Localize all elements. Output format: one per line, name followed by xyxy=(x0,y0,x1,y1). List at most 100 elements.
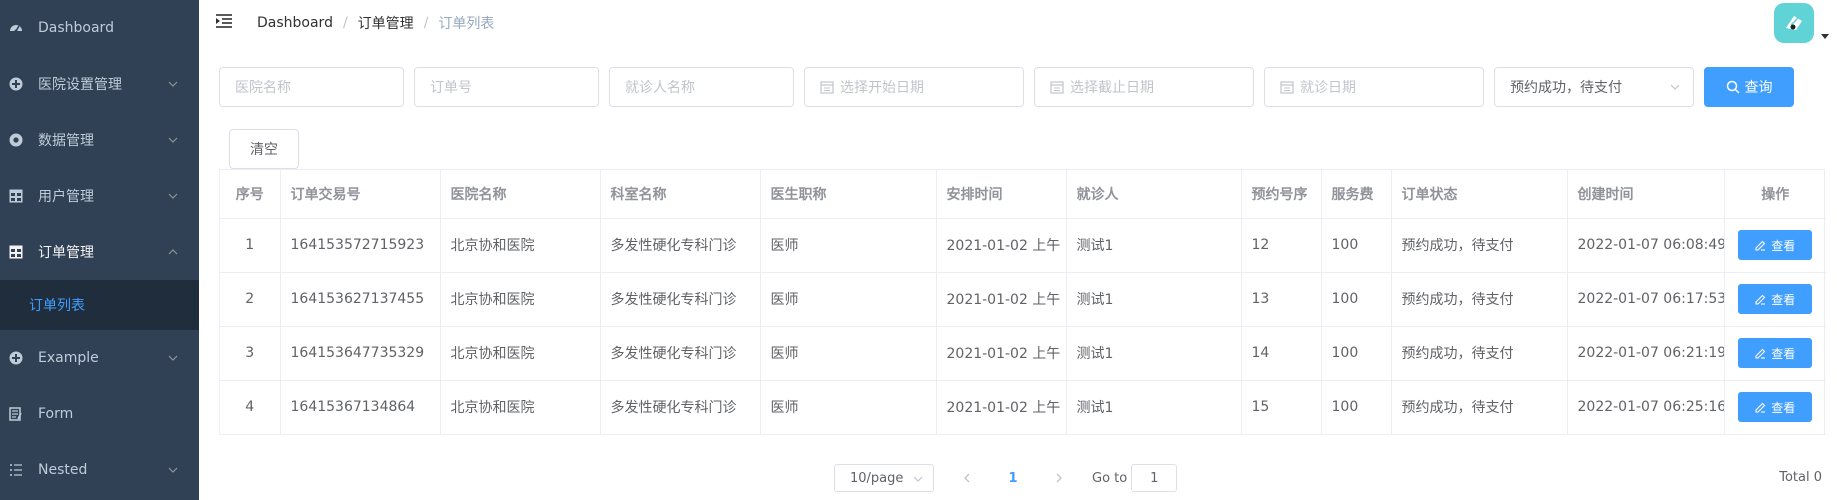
cell-department: 多发性硬化专科门诊 xyxy=(600,218,761,273)
avatar[interactable] xyxy=(1774,3,1814,43)
hospital-name-input[interactable]: 医院名称 xyxy=(219,67,404,107)
view-button-label: 查看 xyxy=(1771,346,1796,361)
cell-number: 15 xyxy=(1241,380,1322,435)
breadcrumb-item-order-management[interactable]: 订单管理 xyxy=(358,13,414,33)
cell-hospital: 北京协和医院 xyxy=(440,272,601,327)
chevron-down-icon xyxy=(913,473,923,483)
sidebar-item-data-management[interactable]: 数据管理 xyxy=(0,112,199,168)
sidebar-item-label: 医院设置管理 xyxy=(38,77,122,93)
total-count: Total 0 xyxy=(1779,470,1822,485)
page-size-select[interactable]: 10/page xyxy=(834,464,934,492)
order-number-placeholder: 订单号 xyxy=(430,80,472,96)
patient-name-input[interactable]: 就诊人名称 xyxy=(609,67,794,107)
cell-fee: 100 xyxy=(1321,326,1392,381)
cell-schedule: 2021-01-02 上午 xyxy=(936,272,1067,327)
cell-index: 3 xyxy=(220,326,281,381)
life-ring-icon xyxy=(8,132,24,148)
view-button[interactable]: 查看 xyxy=(1738,338,1813,368)
table-row: 4 16415367134864 北京协和医院 多发性硬化专科门诊 医师 202… xyxy=(220,380,1826,435)
cell-order-no: 164153627137455 xyxy=(280,272,441,327)
sidebar-item-label: 用户管理 xyxy=(38,189,94,205)
chevron-down-icon xyxy=(167,352,179,364)
sidebar-item-dashboard[interactable]: Dashboard xyxy=(0,0,199,56)
sidebar-item-example[interactable]: Example xyxy=(0,330,199,386)
goto-page: Go to 1 xyxy=(1092,464,1178,492)
cell-patient: 测试1 xyxy=(1066,380,1242,435)
cell-department: 多发性硬化专科门诊 xyxy=(600,272,761,327)
sidebar-subitem-order-list[interactable]: 订单列表 xyxy=(0,280,199,330)
clear-button[interactable]: 清空 xyxy=(229,129,299,169)
hamburger-toggle-icon[interactable] xyxy=(216,13,234,29)
end-date-picker[interactable]: 选择截止日期 xyxy=(1034,67,1254,107)
cell-created: 2022-01-07 06:21:19 xyxy=(1567,326,1725,381)
start-date-placeholder: 选择开始日期 xyxy=(840,80,924,96)
page-number-current[interactable]: 1 xyxy=(996,471,1030,486)
cell-title: 医师 xyxy=(760,380,937,435)
column-header: 预约号序 xyxy=(1241,170,1322,219)
cell-hospital: 北京协和医院 xyxy=(440,326,601,381)
cell-title: 医师 xyxy=(760,218,937,273)
goto-label: Go to xyxy=(1092,470,1128,486)
cell-number: 14 xyxy=(1241,326,1322,381)
clear-button-label: 清空 xyxy=(250,142,278,158)
sidebar-item-nested[interactable]: Nested xyxy=(0,442,199,498)
edit-icon xyxy=(1755,402,1766,413)
navbar: Dashboard / 订单管理 / 订单列表 xyxy=(199,0,1837,50)
column-header: 创建时间 xyxy=(1567,170,1725,219)
sidebar-item-order-management[interactable]: 订单管理 xyxy=(0,224,199,280)
chevron-down-icon xyxy=(167,134,179,146)
cell-actions: 查看 xyxy=(1724,218,1826,273)
order-number-input[interactable]: 订单号 xyxy=(414,67,599,107)
sidebar-item-label: Form xyxy=(38,406,74,422)
view-button[interactable]: 查看 xyxy=(1738,392,1813,422)
chevron-right-icon xyxy=(1056,473,1062,483)
cell-title: 医师 xyxy=(760,272,937,327)
column-header: 医院名称 xyxy=(440,170,601,219)
avatar-image-icon xyxy=(1786,16,1802,30)
view-button[interactable]: 查看 xyxy=(1738,230,1813,260)
chevron-down-icon xyxy=(1669,81,1681,93)
sidebar-subitem-label: 订单列表 xyxy=(29,298,85,314)
cell-index: 4 xyxy=(220,380,281,435)
sidebar-item-user-management[interactable]: 用户管理 xyxy=(0,168,199,224)
column-header: 订单状态 xyxy=(1391,170,1568,219)
edit-icon xyxy=(1755,240,1766,251)
sidebar: Dashboard 医院设置管理 数据管理 用户管理 订单管理 订单列表 Exa… xyxy=(0,0,199,500)
view-button[interactable]: 查看 xyxy=(1738,284,1813,314)
cell-schedule: 2021-01-02 上午 xyxy=(936,218,1067,273)
chevron-down-icon xyxy=(167,190,179,202)
sidebar-item-hospital-settings[interactable]: 医院设置管理 xyxy=(0,56,199,112)
table-row: 3 164153647735329 北京协和医院 多发性硬化专科门诊 医师 20… xyxy=(220,326,1826,381)
breadcrumb: Dashboard / 订单管理 / 订单列表 xyxy=(257,13,494,33)
sidebar-item-label: 数据管理 xyxy=(38,133,94,149)
cell-department: 多发性硬化专科门诊 xyxy=(600,380,761,435)
cell-status: 预约成功，待支付 xyxy=(1391,326,1568,381)
calendar-icon xyxy=(1050,80,1064,94)
cell-patient: 测试1 xyxy=(1066,326,1242,381)
visit-date-picker[interactable]: 就诊日期 xyxy=(1264,67,1484,107)
breadcrumb-separator: / xyxy=(423,15,429,31)
cell-created: 2022-01-07 06:17:53 xyxy=(1567,272,1725,327)
cell-fee: 100 xyxy=(1321,272,1392,327)
cell-actions: 查看 xyxy=(1724,380,1826,435)
goto-page-input[interactable]: 1 xyxy=(1131,464,1178,492)
next-page-button[interactable] xyxy=(1044,464,1074,492)
breadcrumb-separator: / xyxy=(342,15,348,31)
search-button[interactable]: 查询 xyxy=(1704,67,1794,107)
search-icon xyxy=(1726,80,1740,94)
column-header: 就诊人 xyxy=(1066,170,1242,219)
table-grid-icon xyxy=(8,188,24,204)
order-status-select[interactable]: 预约成功，待支付 xyxy=(1494,67,1694,107)
edit-icon xyxy=(1755,348,1766,359)
cell-order-no: 164153572715923 xyxy=(280,218,441,273)
cell-actions: 查看 xyxy=(1724,326,1826,381)
start-date-picker[interactable]: 选择开始日期 xyxy=(804,67,1024,107)
sidebar-item-form[interactable]: Form xyxy=(0,386,199,442)
sidebar-item-label: 订单管理 xyxy=(38,245,94,261)
prev-page-button[interactable] xyxy=(952,464,982,492)
cell-created: 2022-01-07 06:08:49 xyxy=(1567,218,1725,273)
cell-hospital: 北京协和医院 xyxy=(440,218,601,273)
cell-index: 2 xyxy=(220,272,281,327)
breadcrumb-item-dashboard[interactable]: Dashboard xyxy=(257,15,333,31)
caret-down-icon[interactable] xyxy=(1821,28,1829,39)
